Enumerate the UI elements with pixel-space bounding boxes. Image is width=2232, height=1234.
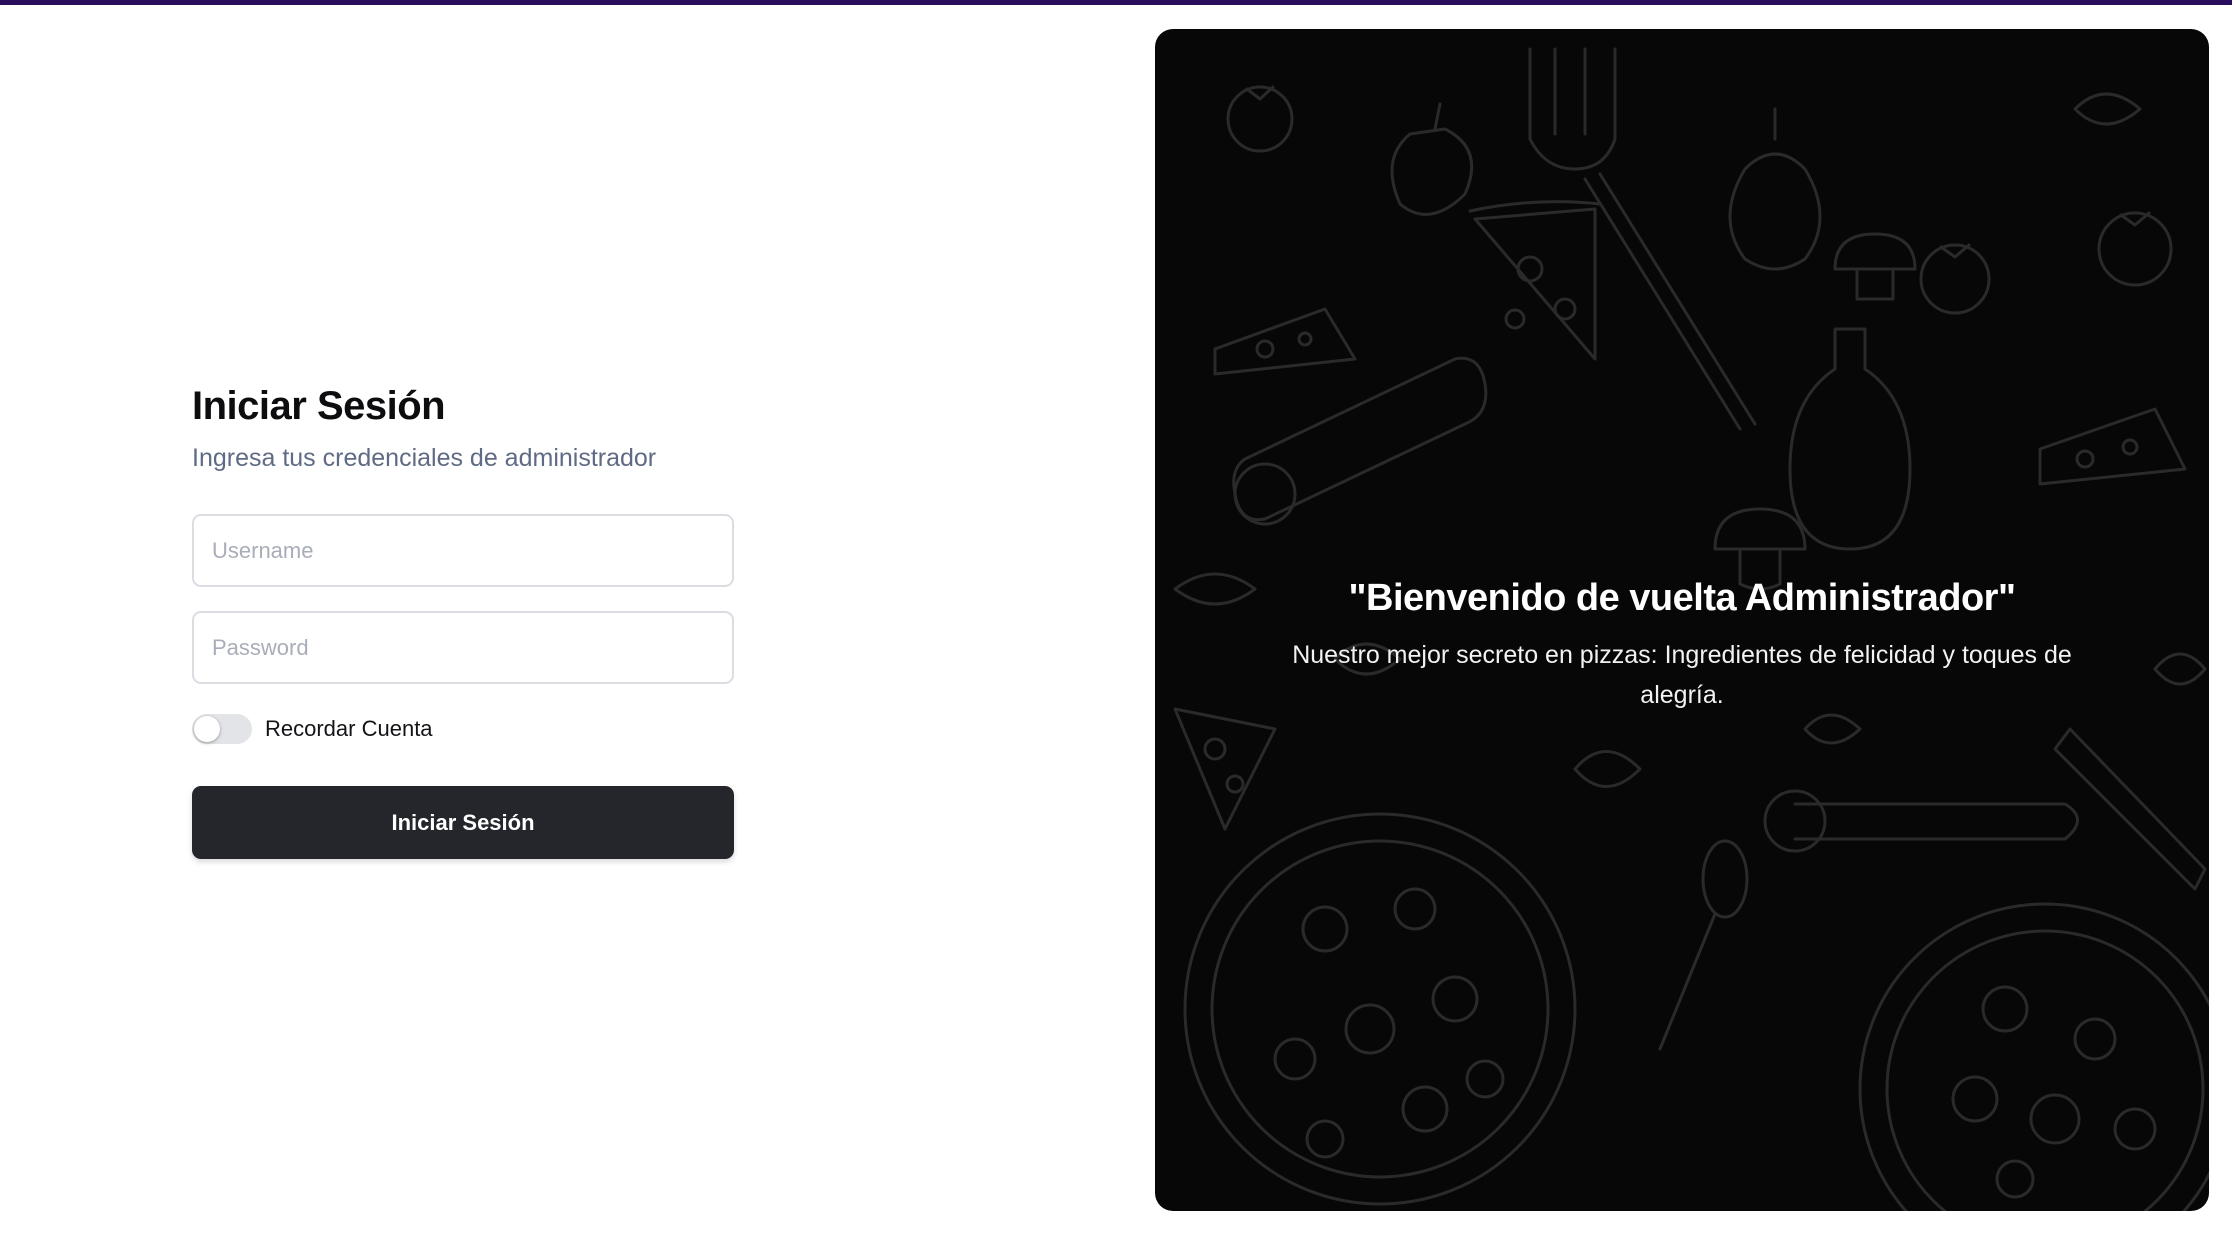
hero-panel: "Bienvenido de vuelta Administrador" Nue… (1155, 29, 2209, 1211)
login-title: Iniciar Sesión (192, 384, 446, 428)
spoon-icon (1658, 839, 1749, 1051)
hero-text: "Bienvenido de vuelta Administrador" Nue… (1155, 571, 2209, 715)
remember-toggle[interactable] (192, 714, 252, 744)
oil-bottle-icon (1788, 327, 1912, 551)
knife-icon (2053, 727, 2207, 891)
password-input[interactable] (192, 611, 734, 684)
top-accent-strip (0, 0, 2232, 5)
login-form: Iniciar Sesión Ingresa tus credenciales … (192, 378, 734, 859)
fork-icon (1528, 47, 1757, 431)
hero-quote: "Bienvenido de vuelta Administrador" (1348, 577, 2016, 619)
pepper-icon (1390, 102, 1474, 216)
username-input[interactable] (192, 514, 734, 587)
pizza-slice-icon (1468, 200, 1602, 361)
tomato-icon (1226, 85, 2173, 315)
onion-icon (1728, 107, 1822, 271)
login-button[interactable]: Iniciar Sesión (192, 786, 734, 859)
mushroom-icon (1713, 232, 1917, 591)
pizza-icon (1183, 812, 1577, 1206)
toggle-knob (194, 716, 220, 742)
remember-row: Recordar Cuenta (192, 712, 734, 746)
remember-label[interactable]: Recordar Cuenta (265, 716, 433, 742)
login-subtitle: Ingresa tus credenciales de administrado… (192, 444, 657, 472)
hero-tagline: Nuestro mejor secreto en pizzas: Ingredi… (1292, 641, 2072, 709)
pizza-slice-icon (1173, 707, 1277, 831)
pizza-icon (1858, 902, 2209, 1211)
